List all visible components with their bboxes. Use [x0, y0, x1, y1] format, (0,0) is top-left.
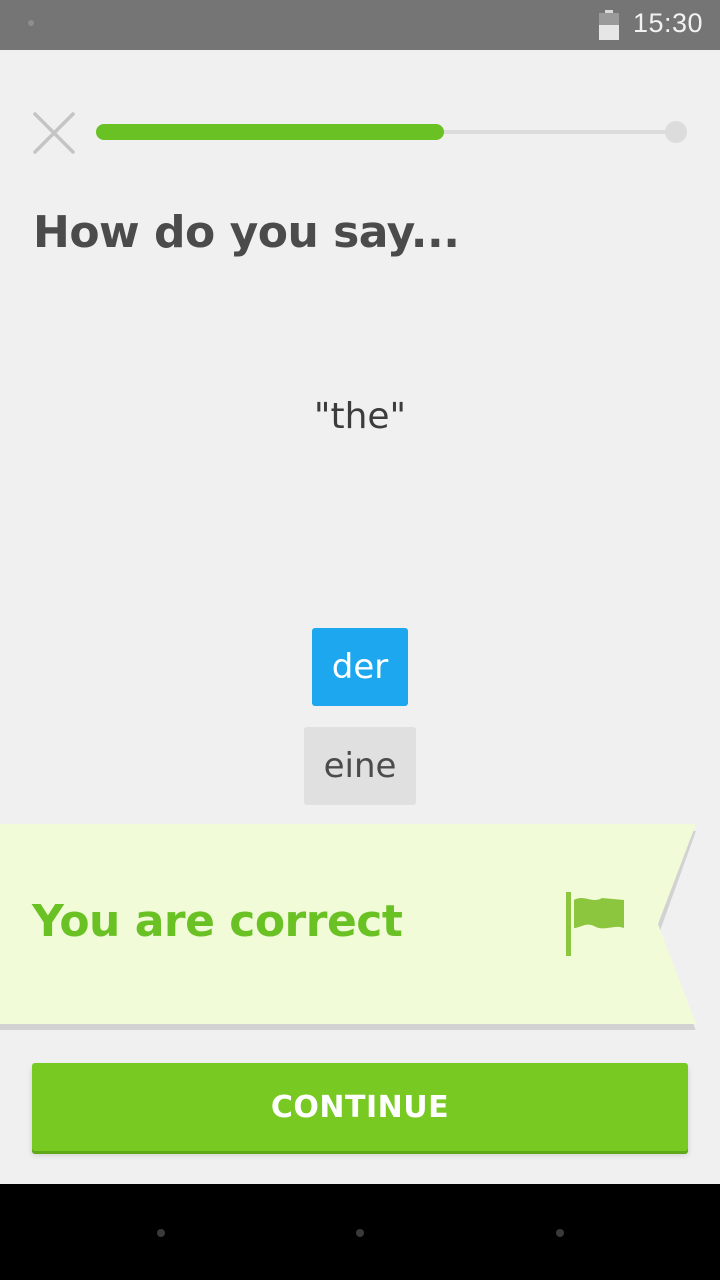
question-title: How do you say... — [33, 207, 460, 258]
continue-button[interactable]: CONTINUE — [32, 1063, 688, 1151]
nav-home-button[interactable] — [356, 1229, 364, 1237]
progress-end-marker — [665, 121, 687, 143]
feedback-banner: You are correct — [0, 824, 696, 1030]
status-time: 15:30 — [633, 8, 704, 38]
prompt-phrase: "the" — [313, 396, 407, 437]
nav-recents-button[interactable] — [556, 1229, 564, 1237]
lesson-screen: How do you say... "the" der eine You are… — [0, 50, 720, 1184]
nav-back-button[interactable] — [157, 1229, 165, 1237]
option-eine[interactable]: eine — [304, 727, 416, 805]
option-der[interactable]: der — [312, 628, 408, 706]
lesson-progress-bar — [96, 124, 676, 140]
system-navigation-bar — [0, 1184, 720, 1280]
status-bar: 15:30 — [0, 0, 720, 50]
flag-icon[interactable] — [560, 888, 630, 960]
battery-icon — [599, 10, 619, 40]
feedback-message: You are correct — [32, 896, 403, 947]
close-icon[interactable] — [31, 110, 77, 156]
progress-fill — [96, 124, 444, 140]
notification-dot-icon — [28, 20, 34, 26]
